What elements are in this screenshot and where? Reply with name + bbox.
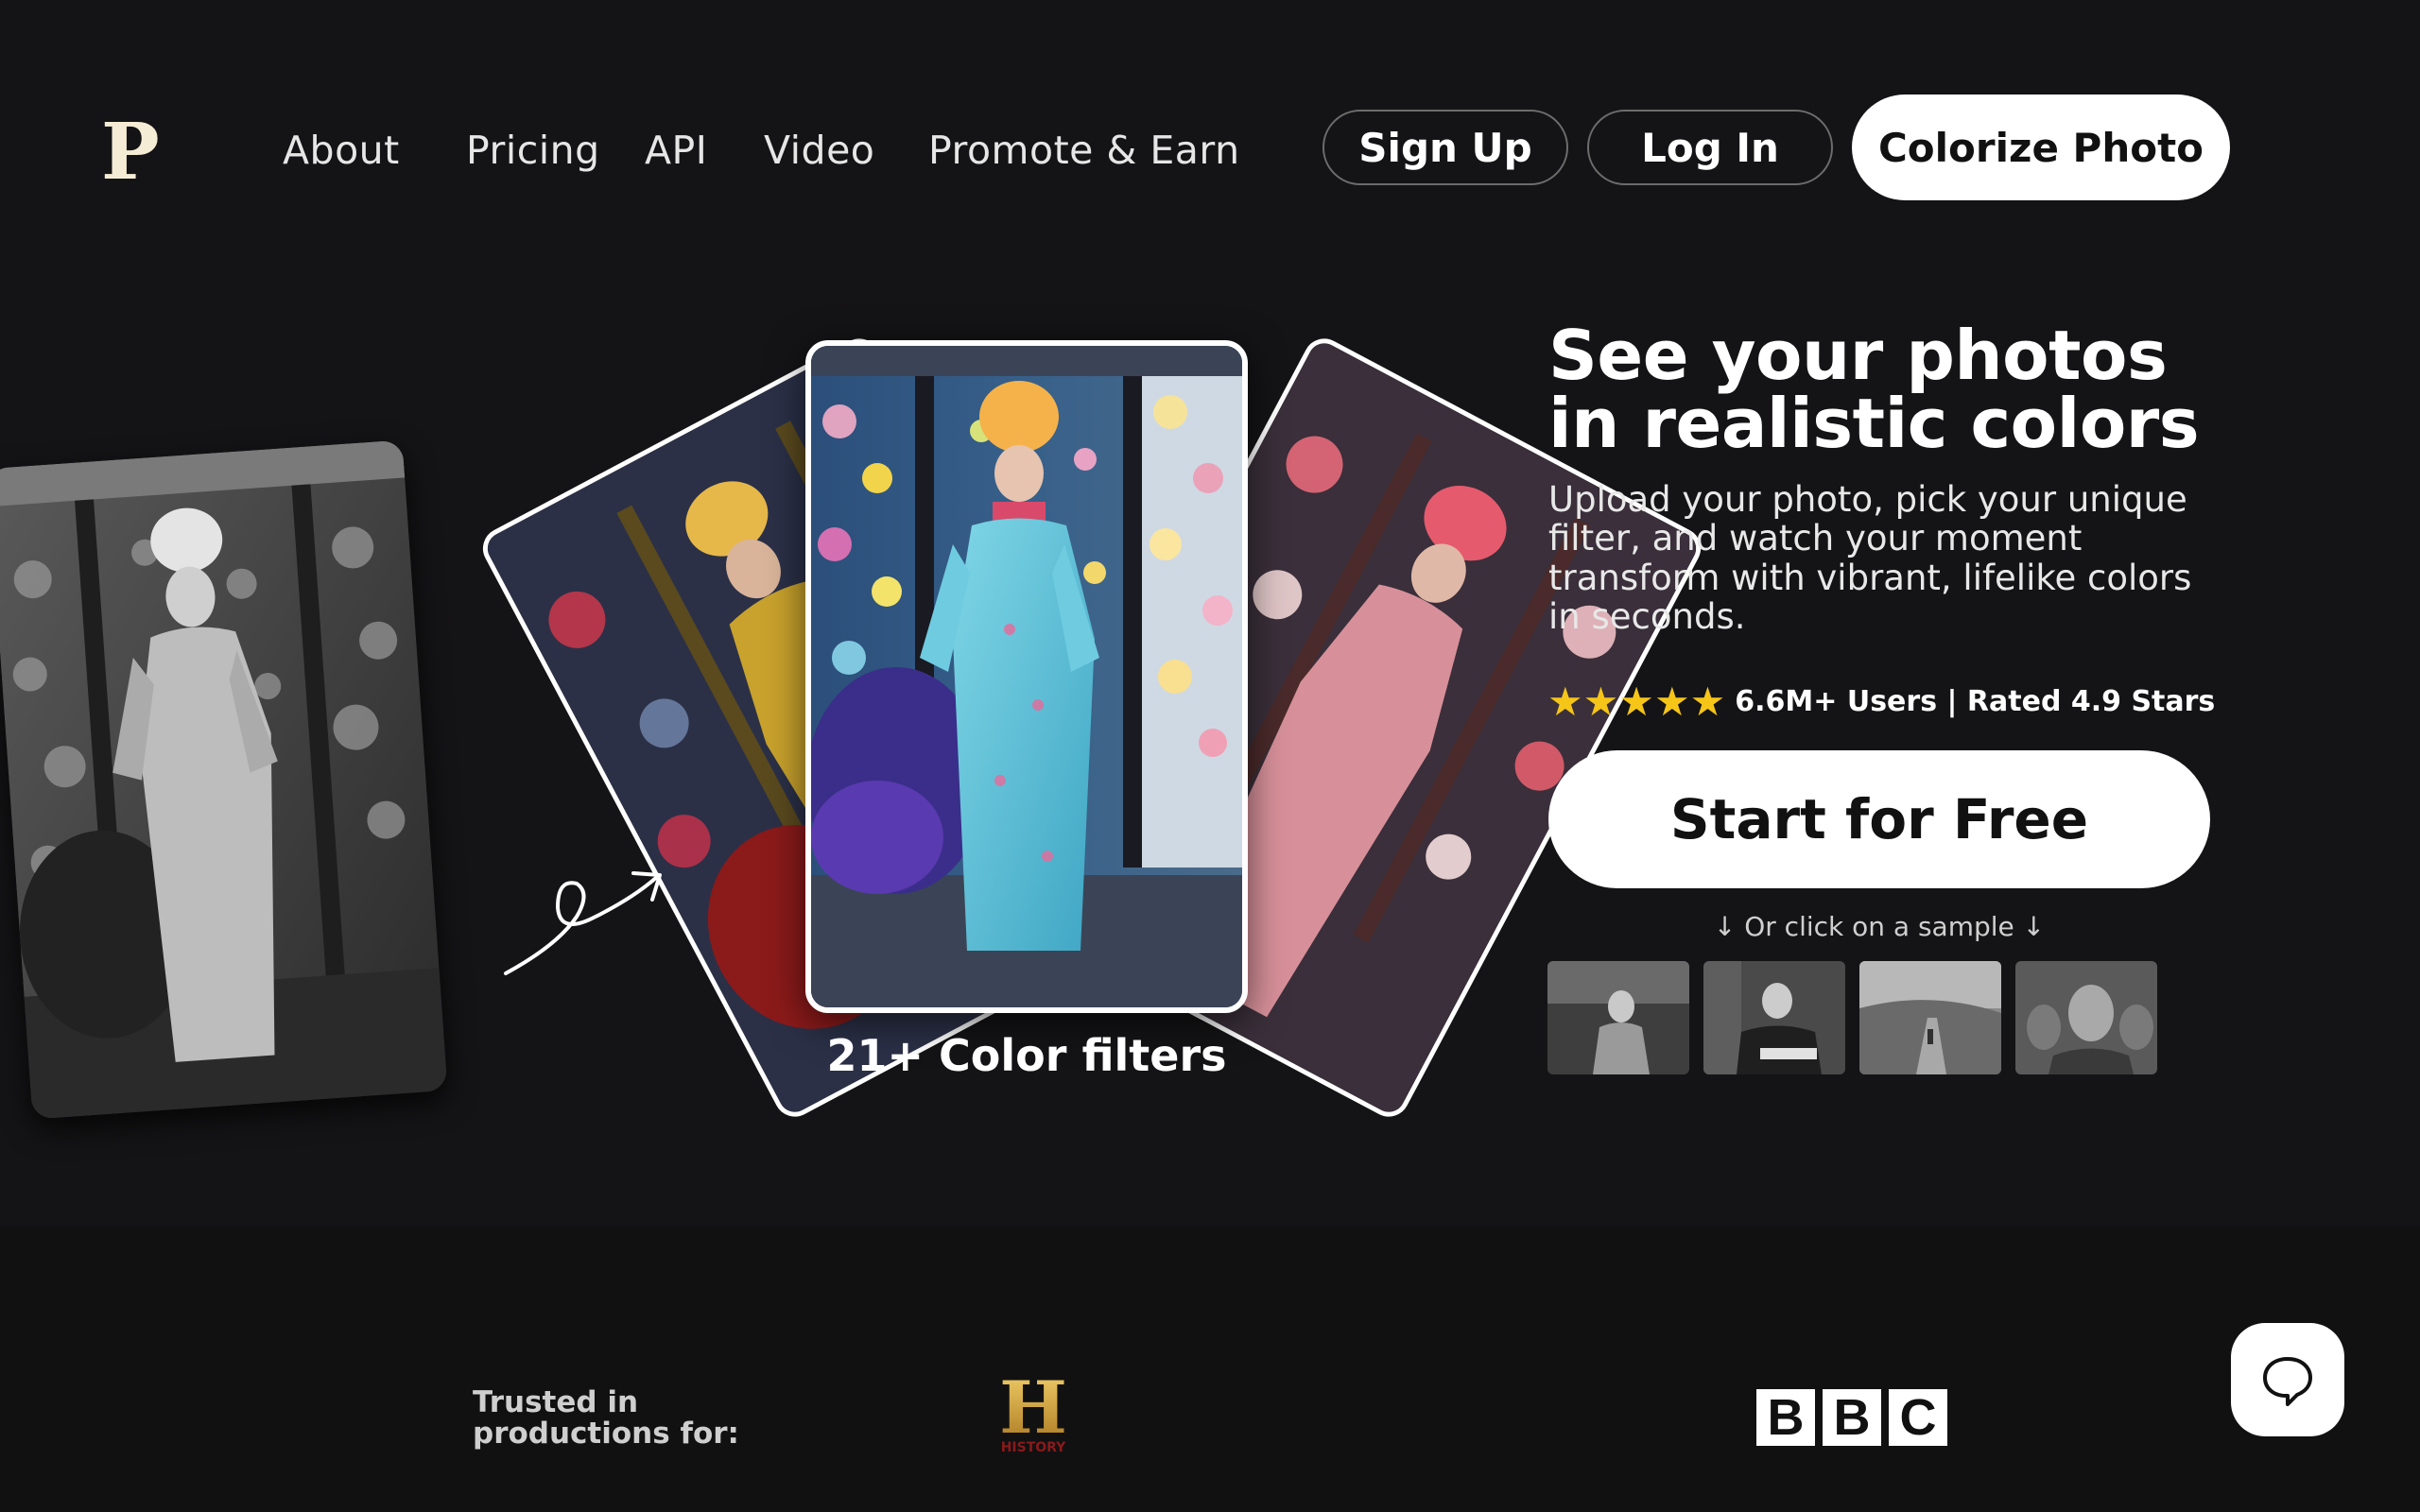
sample-thumbnails <box>1547 961 2157 1074</box>
log-in-button[interactable]: Log In <box>1587 110 1833 185</box>
start-for-free-button[interactable]: Start for Free <box>1548 750 2210 888</box>
bbc-logo: B B C <box>1756 1389 1947 1446</box>
sign-up-button[interactable]: Sign Up <box>1322 110 1568 185</box>
nav-link-video[interactable]: Video <box>764 128 874 173</box>
bw-sample-photo <box>0 439 448 1120</box>
swirl-arrow-icon <box>504 871 662 975</box>
trusted-label: Trusted in productions for: <box>473 1387 739 1449</box>
hero-subcopy: Upload your photo, pick your unique filt… <box>1548 479 2192 638</box>
star-rating-icon: ★★★★★ <box>1547 679 1726 725</box>
rating-text: 6.6M+ Users | Rated 4.9 Stars <box>1735 685 2216 718</box>
nav-link-api[interactable]: API <box>645 128 707 173</box>
sample-thumbnail[interactable] <box>1859 961 2001 1074</box>
sample-thumbnail[interactable] <box>2015 961 2157 1074</box>
history-logo-word: HISTORY <box>1001 1440 1066 1455</box>
nav-link-about[interactable]: About <box>283 128 400 173</box>
bbc-letter: C <box>1889 1389 1947 1446</box>
chat-support-button[interactable] <box>2231 1323 2344 1436</box>
logo[interactable]: P <box>101 113 160 191</box>
bbc-letter: B <box>1756 1389 1815 1446</box>
colorize-photo-button[interactable]: Colorize Photo <box>1852 94 2230 200</box>
nav-link-pricing[interactable]: Pricing <box>466 128 600 173</box>
sample-photo-colorized <box>805 340 1248 1013</box>
nav-link-promote[interactable]: Promote & Earn <box>928 128 1240 173</box>
trusted-label-line1: Trusted in <box>473 1385 639 1419</box>
trust-bar <box>0 1227 2420 1512</box>
chat-bubble-icon <box>2263 1357 2312 1406</box>
hero-headline: See your photos in realistic colors <box>1548 316 2200 463</box>
bbc-letter: B <box>1823 1389 1881 1446</box>
history-logo: H HISTORY <box>994 1366 1072 1459</box>
trusted-label-line2: productions for: <box>473 1416 739 1451</box>
sample-hint: ↓ Or click on a sample ↓ <box>1713 911 2046 942</box>
rating-row: ★★★★★ 6.6M+ Users | Rated 4.9 Stars <box>1547 679 2215 725</box>
color-filters-caption: 21+ Color filters <box>826 1030 1227 1081</box>
history-logo-letter: H <box>999 1370 1067 1450</box>
sample-thumbnail[interactable] <box>1547 961 1689 1074</box>
sample-thumbnail[interactable] <box>1703 961 1845 1074</box>
